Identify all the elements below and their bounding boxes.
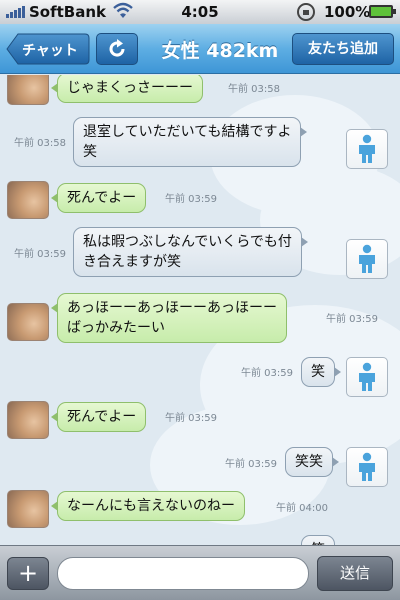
my-message-bubble: 笑 xyxy=(301,357,341,387)
message-timestamp: 午前 03:58 xyxy=(14,138,66,149)
back-chat-label: チャット xyxy=(22,43,78,59)
message-timestamp: 午前 04:00 xyxy=(276,503,328,514)
message-input[interactable] xyxy=(57,557,309,590)
message-text: 笑笑 xyxy=(295,454,323,470)
message-text: 死んでよー xyxy=(67,409,137,425)
message-input-bar: + 送信 xyxy=(0,545,400,600)
message-timestamp: 午前 03:59 xyxy=(14,249,66,260)
partner-message-bubble: 死んでよー xyxy=(50,183,147,213)
chat-area[interactable]: じゃまくっさーーー 午前 03:58 午前 03:58 退室していただいても結構… xyxy=(0,75,400,545)
status-bar: SoftBank 4:05 100% xyxy=(0,0,400,24)
partner-avatar[interactable] xyxy=(7,75,49,105)
my-message-bubble: 退室していただいても結構ですよ 笑 xyxy=(73,117,308,167)
partner-avatar[interactable] xyxy=(7,401,49,439)
message-text-line: あっほーーあっほーーあっほーー xyxy=(67,300,277,316)
partner-avatar[interactable] xyxy=(7,181,49,219)
add-friend-button[interactable]: 友たち追加 xyxy=(292,33,394,65)
back-chat-button[interactable]: チャット xyxy=(6,33,90,65)
partner-message-bubble: じゃまくっさーーー xyxy=(51,75,203,103)
partner-message-bubble: 死んでよー xyxy=(50,402,147,432)
my-message-bubble: 笑笑 xyxy=(285,447,339,477)
my-message-bubble: 私は暇つぶしなんでいくらでも付 き合えますが笑 xyxy=(73,227,308,277)
message-text: じゃまくっさーーー xyxy=(67,80,193,96)
message-timestamp: 午前 03:58 xyxy=(228,84,280,95)
refresh-button[interactable] xyxy=(96,33,138,65)
message-text: なーんにも言えないのねー xyxy=(67,498,235,514)
message-text-line: き合えますが笑 xyxy=(83,254,181,270)
message-text: 笑 xyxy=(311,364,325,380)
partner-avatar[interactable] xyxy=(7,490,49,528)
partner-message-bubble: あっほーーあっほーーあっほーー ばっかみたーい xyxy=(51,293,287,343)
battery-percent: 100% xyxy=(324,3,371,21)
person-icon xyxy=(359,362,375,391)
add-attachment-button[interactable]: + xyxy=(7,557,49,590)
send-button[interactable]: 送信 xyxy=(317,556,393,591)
my-avatar[interactable] xyxy=(346,239,388,279)
message-text-line: 退室していただいても結構ですよ xyxy=(83,124,292,140)
message-timestamp: 午前 03:59 xyxy=(326,314,378,325)
my-avatar[interactable] xyxy=(346,447,388,487)
nav-bar: チャット 女性 482km 友たち追加 xyxy=(0,24,400,74)
my-message-bubble: 笑 xyxy=(301,535,335,545)
my-avatar[interactable] xyxy=(346,357,388,397)
person-icon xyxy=(359,244,375,273)
refresh-icon xyxy=(109,39,125,57)
message-timestamp: 午前 03:59 xyxy=(165,413,217,424)
rotation-lock-icon xyxy=(297,3,315,21)
message-timestamp: 午前 03:59 xyxy=(225,459,277,470)
message-text-line: 私は暇つぶしなんでいくらでも付 xyxy=(83,234,292,250)
message-text-line: 笑 xyxy=(83,144,97,160)
message-text-line: ばっかみたーい xyxy=(67,320,165,336)
message-timestamp: 午前 03:59 xyxy=(165,194,217,205)
page-title: 女性 482km xyxy=(161,40,279,62)
partner-avatar[interactable] xyxy=(7,303,49,341)
message-text: 死んでよー xyxy=(67,190,137,206)
my-avatar[interactable] xyxy=(346,129,388,169)
message-timestamp: 午前 03:59 xyxy=(241,368,293,379)
partner-message-bubble: なーんにも言えないのねー xyxy=(51,491,245,521)
person-icon xyxy=(359,452,375,481)
person-icon xyxy=(359,134,375,163)
battery-icon xyxy=(369,5,396,18)
